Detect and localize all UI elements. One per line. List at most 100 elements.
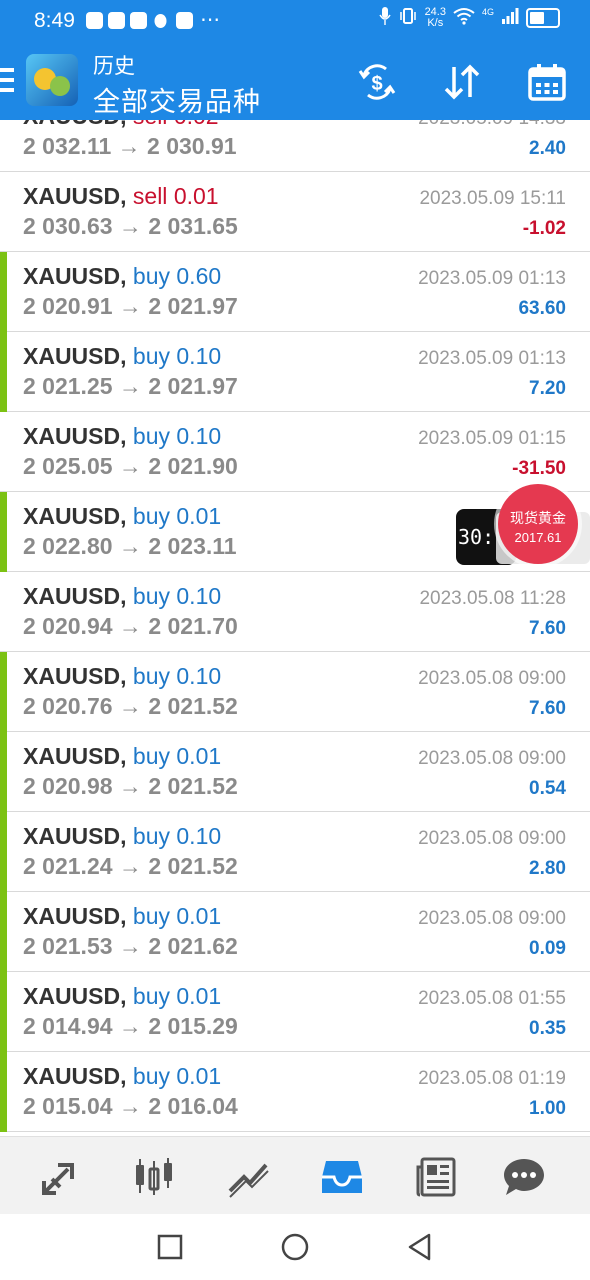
vibrate-icon <box>398 6 418 29</box>
open-price: 2 021.25 <box>23 373 113 399</box>
trade-row[interactable]: XAUUSD, buy 0.01 2 015.04 → 2 016.04 202… <box>0 1052 590 1132</box>
trade-profit: 7.60 <box>529 618 566 639</box>
trade-volume: 0.01 <box>173 183 219 209</box>
svg-text:$: $ <box>371 73 382 95</box>
trade-row[interactable]: XAUUSD, buy 0.10 2 021.25 → 2 021.97 202… <box>0 332 590 412</box>
calendar-notification-icon <box>176 12 193 29</box>
open-price: 2 014.94 <box>23 1013 113 1039</box>
recent-apps-button[interactable] <box>155 1232 185 1262</box>
row-indicator-bar <box>0 972 7 1052</box>
system-navigation-bar <box>0 1214 590 1280</box>
trade-symbol: XAUUSD <box>23 823 121 849</box>
trade-side: buy <box>132 423 170 449</box>
arrow-icon: → <box>118 1013 142 1039</box>
sort-icon[interactable] <box>440 60 484 104</box>
trade-row[interactable]: XAUUSD, buy 0.10 2 020.76 → 2 021.52 202… <box>0 652 590 732</box>
trade-profit: -1.02 <box>522 218 566 239</box>
trade-time: 2023.05.09 01:13 <box>418 348 566 369</box>
trade-chart-icon[interactable] <box>224 1153 272 1201</box>
trade-side: buy <box>132 503 170 529</box>
trade-row[interactable]: XAUUSD, sell 0.02 2 032.11 → 2 030.91 20… <box>0 120 590 172</box>
row-indicator-bar <box>0 892 7 972</box>
trade-volume: 0.10 <box>176 823 222 849</box>
floating-price-widget[interactable]: 30: 现货黄金 2017.61 <box>456 482 590 566</box>
news-icon[interactable] <box>412 1153 460 1201</box>
battery-icon <box>526 7 560 28</box>
trade-profit: 0.09 <box>529 938 566 959</box>
row-indicator-bar <box>0 332 7 412</box>
close-price: 2 021.62 <box>148 933 238 959</box>
close-price: 2 021.52 <box>148 693 238 719</box>
trade-row[interactable]: XAUUSD, buy 0.01 2 020.98 → 2 021.52 202… <box>0 732 590 812</box>
network-speed: 24.3 K/s <box>424 5 446 29</box>
arrow-icon: → <box>117 133 141 159</box>
arrow-icon: → <box>118 933 142 959</box>
trade-profit: -31.50 <box>512 458 566 479</box>
trade-volume: 0.01 <box>176 1063 222 1089</box>
bubble-label: 现货黄金 <box>510 510 566 526</box>
trade-symbol: XAUUSD <box>23 343 121 369</box>
trade-row[interactable]: XAUUSD, buy 0.10 2 025.05 → 2 021.90 202… <box>0 412 590 492</box>
trade-volume: 0.01 <box>176 983 222 1009</box>
history-inbox-icon[interactable] <box>318 1153 366 1201</box>
trade-time: 2023.05.08 09:00 <box>418 908 566 929</box>
trade-volume: 0.01 <box>176 903 222 929</box>
trade-profit: 7.20 <box>529 378 566 399</box>
trade-symbol: XAUUSD <box>23 983 121 1009</box>
trade-volume: 0.10 <box>176 423 222 449</box>
close-price: 2 021.97 <box>148 293 238 319</box>
more-notifications-icon: ⋯ <box>200 9 220 31</box>
mic-icon <box>378 6 391 29</box>
trade-row[interactable]: XAUUSD, buy 0.10 2 021.24 → 2 021.52 202… <box>0 812 590 892</box>
video-icon <box>86 12 103 29</box>
trade-time: 2023.05.08 11:28 <box>419 588 566 609</box>
trade-row[interactable]: XAUUSD, buy 0.01 2 014.94 → 2 015.29 202… <box>0 972 590 1052</box>
status-bar: 8:49 ⋯ 24.3 K/s 4G <box>0 0 590 42</box>
open-price: 2 021.53 <box>23 933 113 959</box>
trade-volume: 0.10 <box>176 343 222 369</box>
app-logo <box>26 54 78 106</box>
calendar-icon[interactable] <box>525 60 569 104</box>
symbol-filter-label[interactable]: 全部交易品种 <box>93 80 261 119</box>
trade-time: 2023.05.09 15:11 <box>419 188 566 209</box>
trade-volume: 0.60 <box>176 263 222 289</box>
back-button[interactable] <box>405 1232 435 1262</box>
qq-icon <box>152 12 169 29</box>
trade-row[interactable]: XAUUSD, buy 0.10 2 020.94 → 2 021.70 202… <box>0 572 590 652</box>
bottom-navigation <box>0 1136 590 1215</box>
trade-profit: 1.00 <box>529 1098 566 1119</box>
row-indicator-bar <box>0 652 7 732</box>
open-price: 2 020.76 <box>23 693 113 719</box>
open-price: 2 022.80 <box>23 533 113 559</box>
trade-side: sell <box>132 183 168 209</box>
row-indicator-bar <box>0 812 7 892</box>
currency-exchange-icon[interactable]: $ <box>355 60 399 104</box>
arrow-icon: → <box>118 213 142 239</box>
chat-icon[interactable] <box>500 1153 548 1201</box>
trade-symbol: XAUUSD <box>23 903 121 929</box>
open-price: 2 025.05 <box>23 453 113 479</box>
trade-profit: 2.40 <box>529 138 566 159</box>
close-price: 2 030.91 <box>147 133 237 159</box>
arrow-icon: → <box>118 773 142 799</box>
close-price: 2 021.70 <box>148 613 238 639</box>
wifi-icon <box>453 7 475 28</box>
trade-row[interactable]: XAUUSD, buy 0.60 2 020.91 → 2 021.97 202… <box>0 252 590 332</box>
row-indicator-bar <box>0 1052 7 1132</box>
trade-side: buy <box>132 343 170 369</box>
quotes-arrows-icon[interactable] <box>36 1153 84 1201</box>
arrow-icon: → <box>118 293 142 319</box>
menu-icon[interactable] <box>0 68 14 98</box>
trade-side: buy <box>132 663 170 689</box>
trade-side: buy <box>132 903 170 929</box>
trade-volume: 0.01 <box>176 743 222 769</box>
home-button[interactable] <box>280 1232 310 1262</box>
gold-price-bubble[interactable]: 现货黄金 2017.61 <box>498 484 578 564</box>
signal-type: 4G <box>481 6 494 17</box>
trade-row[interactable]: XAUUSD, buy 0.01 2 021.53 → 2 021.62 202… <box>0 892 590 972</box>
trade-history-list[interactable]: XAUUSD, sell 0.02 2 032.11 → 2 030.91 20… <box>0 120 590 1136</box>
arrow-icon: → <box>118 1093 142 1119</box>
candlestick-chart-icon[interactable] <box>130 1153 178 1201</box>
trade-row[interactable]: XAUUSD, sell 0.01 2 030.63 → 2 031.65 20… <box>0 172 590 252</box>
trade-symbol: XAUUSD <box>23 183 121 209</box>
